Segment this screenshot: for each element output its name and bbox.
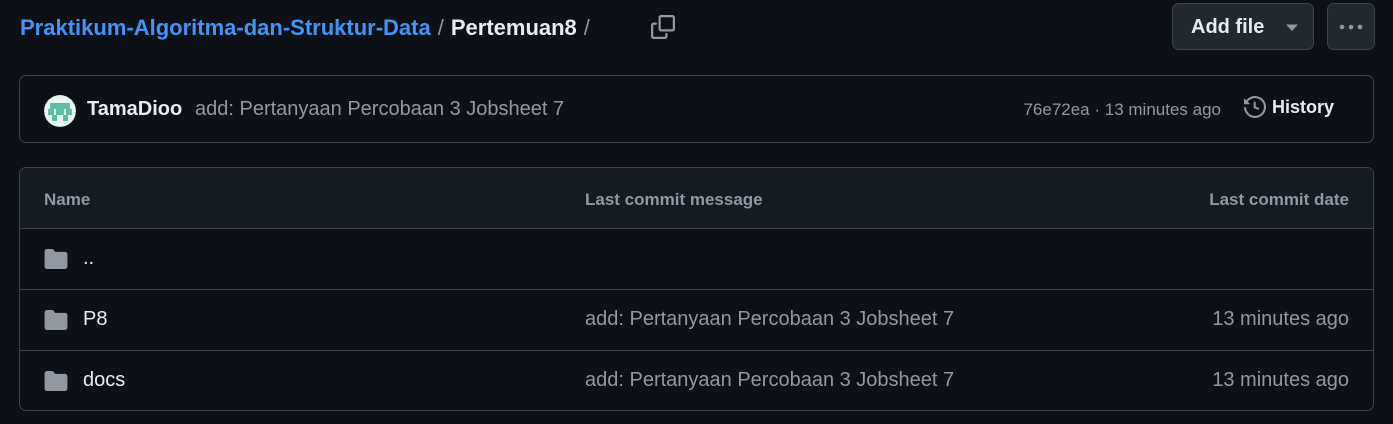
breadcrumb-separator: / xyxy=(437,15,444,40)
breadcrumb-repo-link[interactable]: Praktikum-Algoritma-dan-Struktur-Data xyxy=(20,15,431,41)
table-header: Name Last commit message Last commit dat… xyxy=(20,168,1373,229)
copy-path-button[interactable] xyxy=(646,10,680,44)
table-row[interactable]: P8 add: Pertanyaan Percobaan 3 Jobsheet … xyxy=(20,290,1373,351)
add-file-button[interactable]: Add file xyxy=(1172,3,1314,50)
table-row-parent-directory[interactable]: .. xyxy=(20,229,1373,290)
column-header-message: Last commit message xyxy=(585,190,763,209)
commit-date: 13 minutes ago xyxy=(1212,308,1349,330)
kebab-horizontal-icon xyxy=(1339,24,1363,29)
latest-commit-box: TamaDioo add: Pertanyaan Percobaan 3 Job… xyxy=(19,75,1374,143)
avatar[interactable] xyxy=(44,95,76,127)
folder-icon xyxy=(44,249,68,269)
commit-date: 13 minutes ago xyxy=(1212,369,1349,391)
column-header-name: Name xyxy=(44,190,91,209)
file-navigation-bar: Praktikum-Algoritma-dan-Struktur-Data / … xyxy=(0,0,1393,56)
history-label: History xyxy=(1272,96,1335,117)
more-options-button[interactable] xyxy=(1327,3,1375,50)
breadcrumb-trailing-separator: / xyxy=(583,15,590,40)
identicon-avatar-icon xyxy=(44,95,76,127)
history-icon xyxy=(1244,96,1266,118)
commit-message-link[interactable]: add: Pertanyaan Percobaan 3 Jobsheet 7 xyxy=(195,98,564,121)
file-name-link[interactable]: P8 xyxy=(83,308,107,331)
file-name-link[interactable]: docs xyxy=(83,369,125,392)
column-header-date: Last commit date xyxy=(1209,190,1349,209)
breadcrumb-current-folder: Pertemuan8 xyxy=(450,15,577,40)
file-table: Name Last commit message Last commit dat… xyxy=(19,167,1374,411)
table-row[interactable]: docs add: Pertanyaan Percobaan 3 Jobshee… xyxy=(20,351,1373,410)
folder-icon xyxy=(44,310,68,330)
file-name-link[interactable]: .. xyxy=(83,247,94,270)
folder-icon xyxy=(44,371,68,391)
commit-message-link[interactable]: add: Pertanyaan Percobaan 3 Jobsheet 7 xyxy=(585,308,954,331)
add-file-label: Add file xyxy=(1191,16,1265,38)
history-button[interactable]: History xyxy=(1244,96,1334,118)
breadcrumb: Praktikum-Algoritma-dan-Struktur-Data / … xyxy=(20,14,597,42)
triangle-down-icon xyxy=(1286,24,1298,31)
copy-icon xyxy=(651,15,675,39)
commit-author-link[interactable]: TamaDioo xyxy=(87,98,182,121)
commit-message-link[interactable]: add: Pertanyaan Percobaan 3 Jobsheet 7 xyxy=(585,369,954,392)
commit-sha-and-time[interactable]: 76e72ea · 13 minutes ago xyxy=(1023,100,1221,120)
